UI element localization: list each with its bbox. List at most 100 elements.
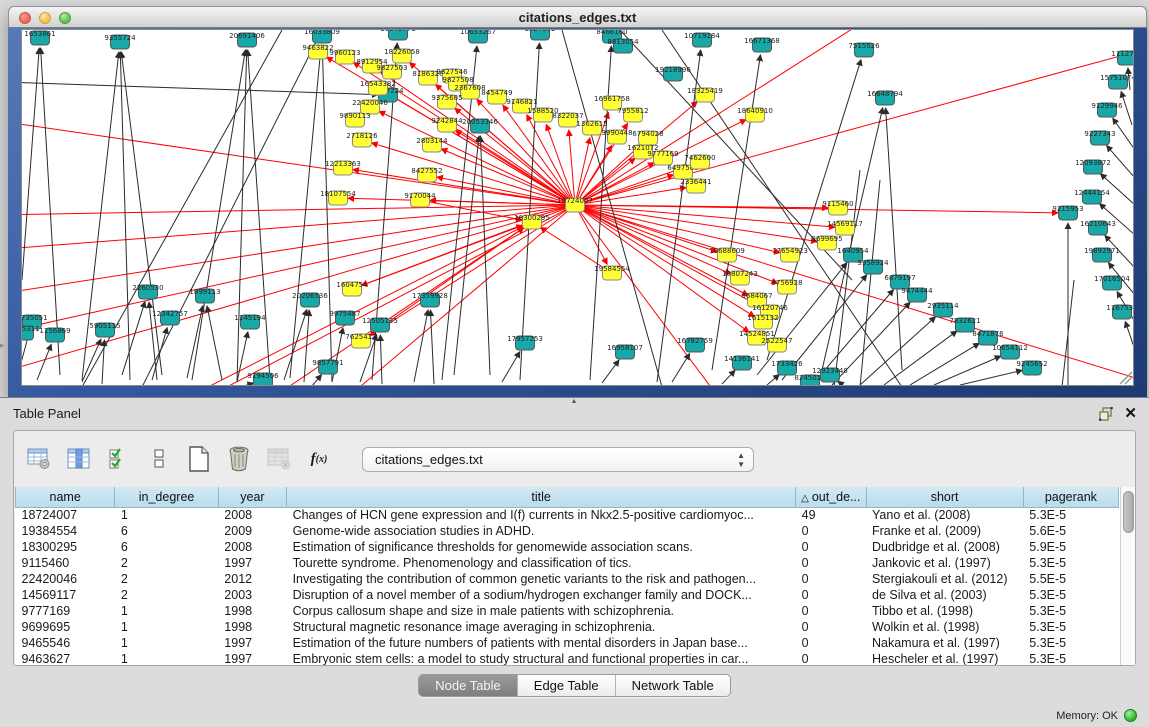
citation-edge-red[interactable]: [372, 143, 575, 205]
table-cell[interactable]: 22420046: [16, 571, 115, 587]
citation-edge-black[interactable]: [102, 340, 104, 384]
graph-node[interactable]: 10654112: [992, 344, 1028, 359]
row-height-icon[interactable]: [146, 446, 172, 472]
table-cell[interactable]: 2: [115, 587, 218, 603]
citation-edge-black[interactable]: [886, 108, 902, 370]
table-mode-icon[interactable]: [26, 446, 52, 472]
graph-node[interactable]: 14136141: [724, 355, 760, 370]
graph-node[interactable]: 17016504: [1094, 275, 1130, 290]
graph-node[interactable]: 1604754: [336, 281, 368, 296]
select-all-columns-icon[interactable]: [106, 446, 132, 472]
citation-edge-black[interactable]: [248, 50, 270, 380]
table-cell[interactable]: Structural magnetic resonance image aver…: [287, 619, 796, 635]
graph-node[interactable]: 2522547: [761, 337, 792, 352]
citation-edge-red[interactable]: [575, 205, 722, 385]
table-cell[interactable]: 0: [796, 603, 866, 619]
graph-node[interactable]: 1899113: [189, 288, 220, 303]
table-cell[interactable]: 5.3E-5: [1023, 555, 1118, 571]
graph-node[interactable]: 9756928: [771, 279, 802, 294]
table-row[interactable]: 946554611997Estimation of the future num…: [16, 635, 1119, 651]
citation-edge-black[interactable]: [244, 383, 253, 385]
table-row[interactable]: 911546021997Tourette syndrome. Phenomeno…: [16, 555, 1119, 571]
citation-edge-black[interactable]: [192, 50, 245, 380]
table-cell[interactable]: Estimation of significance thresholds fo…: [287, 539, 796, 555]
new-table-icon[interactable]: [186, 446, 212, 472]
column-header-short[interactable]: short: [866, 487, 1023, 507]
graph-node[interactable]: 17957253: [507, 335, 543, 350]
citation-edge-black[interactable]: [322, 46, 332, 382]
graph-node[interactable]: 1615132: [747, 314, 778, 329]
graph-node[interactable]: 1527602: [524, 30, 555, 40]
citation-edge-black[interactable]: [657, 50, 701, 382]
citation-edge-black[interactable]: [122, 302, 145, 375]
table-cell[interactable]: 2: [115, 571, 218, 587]
tab-network-table[interactable]: Network Table: [616, 675, 730, 696]
graph-node[interactable]: 15751074: [1100, 74, 1133, 89]
table-cell[interactable]: 1997: [218, 555, 286, 571]
graph-node[interactable]: 16671368: [744, 37, 780, 52]
table-cell[interactable]: Genome-wide association studies in ADHD.: [287, 523, 796, 539]
table-cell[interactable]: Changes of HCN gene expression and I(f) …: [287, 507, 796, 523]
table-scrollbar-thumb[interactable]: [1123, 491, 1134, 533]
table-cell[interactable]: 1997: [218, 651, 286, 665]
graph-node[interactable]: 12342757: [152, 310, 188, 325]
graph-node[interactable]: 2336441: [680, 178, 711, 193]
table-cell[interactable]: 49: [796, 507, 866, 523]
graph-node[interactable]: 9890113: [339, 112, 370, 127]
citation-edge-black[interactable]: [934, 356, 1001, 385]
column-header-title[interactable]: title: [287, 487, 796, 507]
table-cell[interactable]: 5.3E-5: [1023, 635, 1118, 651]
citation-edge-black[interactable]: [520, 43, 539, 380]
table-cell[interactable]: 2012: [218, 571, 286, 587]
tab-edge-table[interactable]: Edge Table: [518, 675, 616, 696]
graph-node[interactable]: 20691406: [229, 32, 265, 47]
table-cell[interactable]: 0: [796, 523, 866, 539]
graph-node[interactable]: 1653861: [24, 30, 55, 45]
table-cell[interactable]: 0: [796, 587, 866, 603]
graph-node[interactable]: 18640910: [737, 107, 773, 122]
table-cell[interactable]: 5.3E-5: [1023, 507, 1118, 523]
citation-edge-black[interactable]: [120, 52, 130, 380]
citation-edge-black[interactable]: [142, 30, 322, 385]
citation-edge-black[interactable]: [1125, 321, 1133, 350]
citation-edge-black[interactable]: [312, 375, 322, 385]
graph-node[interactable]: 9474444: [901, 287, 933, 302]
citation-edge-black[interactable]: [121, 52, 162, 375]
table-cell[interactable]: Estimation of the future numbers of pati…: [287, 635, 796, 651]
graph-node[interactable]: 9115460: [822, 200, 853, 215]
table-cell[interactable]: 5.3E-5: [1023, 651, 1118, 665]
table-cell[interactable]: Dudbridge et al. (2008): [866, 539, 1023, 555]
citation-edge-black[interactable]: [722, 370, 735, 384]
table-row[interactable]: 2242004622012Investigating the contribut…: [16, 571, 1119, 587]
table-row[interactable]: 1456911722003Disruption of a novel membe…: [16, 587, 1119, 603]
delete-table-icon[interactable]: [226, 446, 252, 472]
table-cell[interactable]: Wolkin et al. (1998): [866, 619, 1023, 635]
citation-edge-black[interactable]: [1121, 92, 1132, 125]
graph-node[interactable]: 1156869: [39, 327, 70, 342]
table-row[interactable]: 1830029562008Estimation of significance …: [16, 539, 1119, 555]
table-cell[interactable]: 1997: [218, 635, 286, 651]
citation-edge-black[interactable]: [910, 343, 979, 385]
table-cell[interactable]: Embryonic stem cells: a model to study s…: [287, 651, 796, 665]
graph-node[interactable]: 18107554: [320, 190, 356, 205]
table-cell[interactable]: Franke et al. (2009): [866, 523, 1023, 539]
table-cell[interactable]: 9777169: [16, 603, 115, 619]
table-cell[interactable]: 18724007: [16, 507, 115, 523]
window-titlebar[interactable]: citations_edges.txt: [8, 6, 1147, 28]
graph-node[interactable]: 9129946: [1091, 102, 1123, 117]
graph-node[interactable]: 18325419: [687, 87, 723, 102]
table-cell[interactable]: 0: [796, 651, 866, 665]
graph-node[interactable]: 9958924: [857, 259, 889, 274]
table-cell[interactable]: 5.3E-5: [1023, 603, 1118, 619]
citation-edge-black[interactable]: [860, 180, 880, 385]
table-cell[interactable]: 9465546: [16, 635, 115, 651]
graph-node[interactable]: 1733426: [771, 360, 803, 375]
graph-node[interactable]: 19584554: [594, 265, 630, 280]
table-cell[interactable]: 6: [115, 523, 218, 539]
graph-node[interactable]: 9990448: [601, 129, 632, 144]
graph-node[interactable]: 8471876: [972, 330, 1004, 345]
tab-node-table[interactable]: Node Table: [419, 675, 518, 696]
table-cell[interactable]: 0: [796, 571, 866, 587]
table-cell[interactable]: 9115460: [16, 555, 115, 571]
table-cell[interactable]: 1: [115, 651, 218, 665]
